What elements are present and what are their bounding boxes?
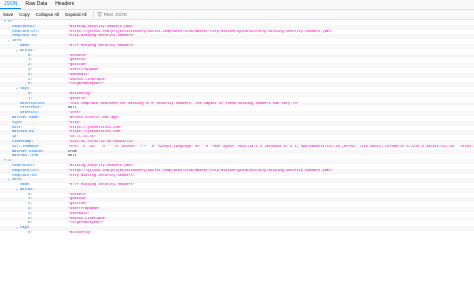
json-tree: ▾ 0: templateID: "missing-security-headers… <box>0 20 474 282</box>
tab-headers[interactable]: Headers <box>51 0 78 9</box>
json-key: 0: <box>28 231 33 236</box>
tab-bar: JSON Raw Data Headers <box>0 0 474 10</box>
filter-box <box>92 11 166 18</box>
tab-raw-data[interactable]: Raw Data <box>21 0 51 9</box>
json-toolbar: Save Copy Collapse All Expand All <box>0 10 474 20</box>
filter-json-input[interactable] <box>101 11 166 18</box>
json-row: 0: "misconfig" <box>0 231 474 236</box>
expand-all-button[interactable]: Expand All <box>62 12 89 17</box>
collapse-all-button[interactable]: Collapse All <box>33 12 63 17</box>
tab-json[interactable]: JSON <box>0 0 22 9</box>
save-button[interactable]: Save <box>0 12 16 17</box>
copy-button[interactable]: Copy <box>16 12 33 17</box>
json-value: "misconfig" <box>68 231 92 236</box>
